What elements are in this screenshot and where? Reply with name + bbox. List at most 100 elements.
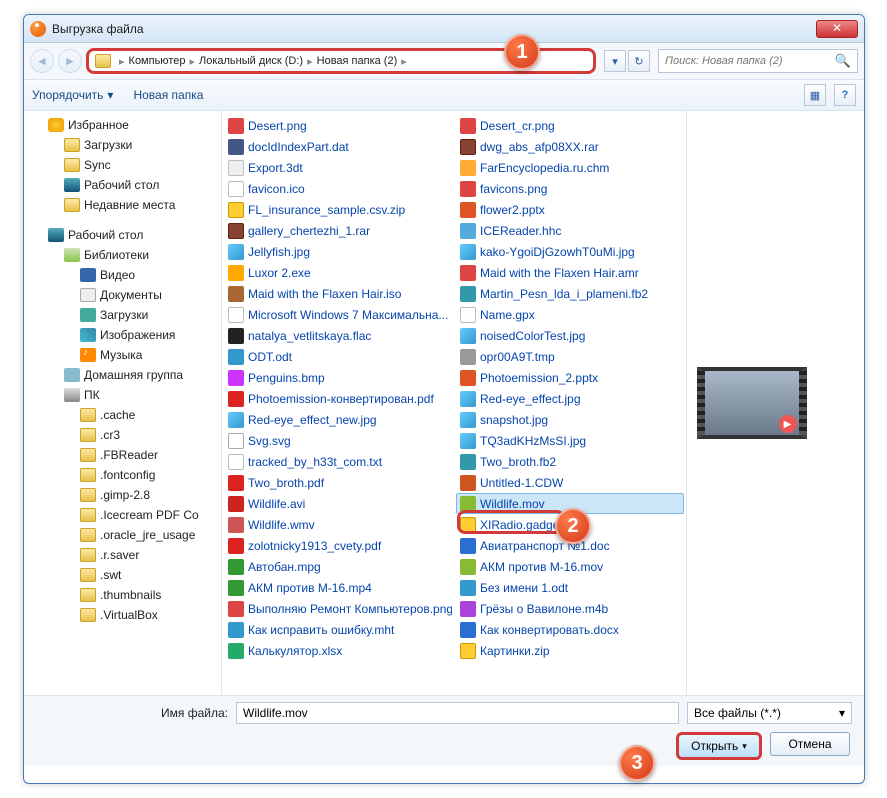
file-item[interactable]: Jellyfish.jpg [224,241,452,262]
file-icon [228,538,244,554]
tree-images[interactable]: Изображения [24,325,221,345]
file-item[interactable]: Photoemission_2.pptx [456,367,684,388]
tree-recent[interactable]: Недавние места [24,195,221,215]
file-name: Калькулятор.xlsx [248,644,342,658]
forward-button[interactable]: ► [58,49,82,73]
breadcrumb-item[interactable]: Компьютер [127,55,188,67]
file-item[interactable]: Untitled-1.CDW [456,472,684,493]
file-item[interactable]: Name.gpx [456,304,684,325]
file-item[interactable]: opr00A9T.tmp [456,346,684,367]
tree-folder[interactable]: .VirtualBox [24,605,221,625]
search-input[interactable] [665,55,835,67]
new-folder-button[interactable]: Новая папка [133,88,203,102]
tree-folder[interactable]: .cr3 [24,425,221,445]
search-icon[interactable]: 🔍 [835,53,851,69]
dropdown-button[interactable]: ▾ [604,50,626,72]
file-item[interactable]: dwg_abs_afp08XX.rar [456,136,684,157]
tree-music[interactable]: Музыка [24,345,221,365]
breadcrumb-item[interactable]: Новая папка (2) [315,55,400,67]
file-item[interactable]: Two_broth.pdf [224,472,452,493]
file-item[interactable]: zolotnicky1913_cvety.pdf [224,535,452,556]
file-item[interactable]: noisedColorTest.jpg [456,325,684,346]
tree-folder[interactable]: .cache [24,405,221,425]
file-item[interactable]: gallery_chertezhi_1.rar [224,220,452,241]
file-icon [460,433,476,449]
tree-dl2[interactable]: Загрузки [24,305,221,325]
file-item[interactable]: Wildlife.avi [224,493,452,514]
tree-folder[interactable]: .swt [24,565,221,585]
file-item[interactable]: Как исправить ошибку.mht [224,619,452,640]
file-item[interactable]: Как конвертировать.docx [456,619,684,640]
breadcrumb-item[interactable]: Локальный диск (D:) [197,55,305,67]
file-item[interactable]: Svg.svg [224,430,452,451]
back-button[interactable]: ◄ [30,49,54,73]
tree-folder[interactable]: .oracle_jre_usage [24,525,221,545]
tree-folder[interactable]: .gimp-2.8 [24,485,221,505]
file-item[interactable]: FL_insurance_sample.csv.zip [224,199,452,220]
tree-sync[interactable]: Sync [24,155,221,175]
close-button[interactable]: ✕ [816,20,858,38]
file-item[interactable]: favicon.ico [224,178,452,199]
file-item[interactable]: Maid with the Flaxen Hair.amr [456,262,684,283]
file-item[interactable]: ODT.odt [224,346,452,367]
file-item[interactable]: tracked_by_h33t_com.txt [224,451,452,472]
file-item[interactable]: Без имени 1.odt [456,577,684,598]
tree-downloads[interactable]: Загрузки [24,135,221,155]
refresh-button[interactable]: ↻ [628,50,650,72]
file-item[interactable]: АКМ против М-16.mp4 [224,577,452,598]
file-item[interactable]: Microsoft Windows 7 Максимальна... [224,304,452,325]
file-name: natalya_vetlitskaya.flac [248,329,371,343]
file-item[interactable]: Выполняю Ремонт Компьютеров.png [224,598,452,619]
file-item[interactable]: Martin_Pesn_lda_i_plameni.fb2 [456,283,684,304]
file-item[interactable]: TQ3adKHzMsSI.jpg [456,430,684,451]
tree-favorites[interactable]: Избранное [24,115,221,135]
file-item[interactable]: Red-eye_effect.jpg [456,388,684,409]
file-item[interactable]: snapshot.jpg [456,409,684,430]
file-item[interactable]: Автобан.mpg [224,556,452,577]
tree-desktop[interactable]: Рабочий стол [24,175,221,195]
file-item[interactable]: ICEReader.hhc [456,220,684,241]
organize-menu[interactable]: Упорядочить ▾ [32,88,113,102]
file-item[interactable]: Desert.png [224,115,452,136]
tree-pc[interactable]: ПК [24,385,221,405]
view-button[interactable]: ▦ [804,84,826,106]
file-item[interactable]: Photoemission-конвертирован.pdf [224,388,452,409]
tree-folder[interactable]: .fontconfig [24,465,221,485]
filename-input[interactable] [236,702,679,724]
search-box[interactable]: 🔍 [658,49,858,73]
file-item[interactable]: natalya_vetlitskaya.flac [224,325,452,346]
sidebar-tree[interactable]: Избранное Загрузки Sync Рабочий стол Нед… [24,111,222,695]
file-item[interactable]: Red-eye_effect_new.jpg [224,409,452,430]
file-item[interactable]: Desert_cr.png [456,115,684,136]
file-item[interactable]: Luxor 2.exe [224,262,452,283]
file-item[interactable]: kako-YgoiDjGzowhT0uMi.jpg [456,241,684,262]
titlebar[interactable]: Выгрузка файла ✕ [24,15,864,43]
tree-video[interactable]: Видео [24,265,221,285]
tree-docs[interactable]: Документы [24,285,221,305]
tree-desktop-root[interactable]: Рабочий стол [24,225,221,245]
tree-folder[interactable]: .Icecream PDF Co [24,505,221,525]
tree-folder[interactable]: .FBReader [24,445,221,465]
file-item[interactable]: Картинки.zip [456,640,684,661]
file-item[interactable]: Maid with the Flaxen Hair.iso [224,283,452,304]
tree-homegroup[interactable]: Домашняя группа [24,365,221,385]
file-item[interactable]: favicons.png [456,178,684,199]
file-item[interactable]: АКМ против М-16.mov [456,556,684,577]
file-item[interactable]: Грёзы о Вавилоне.m4b [456,598,684,619]
file-item[interactable]: Export.3dt [224,157,452,178]
cancel-button[interactable]: Отмена [770,732,850,756]
file-item[interactable]: Two_broth.fb2 [456,451,684,472]
file-list[interactable]: Desert.pngdocIdIndexPart.datExport.3dtfa… [222,111,864,695]
tree-folder[interactable]: .thumbnails [24,585,221,605]
file-item[interactable]: FarEncyclopedia.ru.chm [456,157,684,178]
file-item[interactable]: Калькулятор.xlsx [224,640,452,661]
file-item[interactable]: Penguins.bmp [224,367,452,388]
filetype-filter[interactable]: Все файлы (*.*)▾ [687,702,852,724]
tree-folder[interactable]: .r.saver [24,545,221,565]
help-button[interactable]: ? [834,84,856,106]
tree-libs[interactable]: Библиотеки [24,245,221,265]
file-item[interactable]: docIdIndexPart.dat [224,136,452,157]
open-button[interactable]: Открыть ▾ [676,732,762,760]
file-item[interactable]: Wildlife.wmv [224,514,452,535]
file-item[interactable]: flower2.pptx [456,199,684,220]
